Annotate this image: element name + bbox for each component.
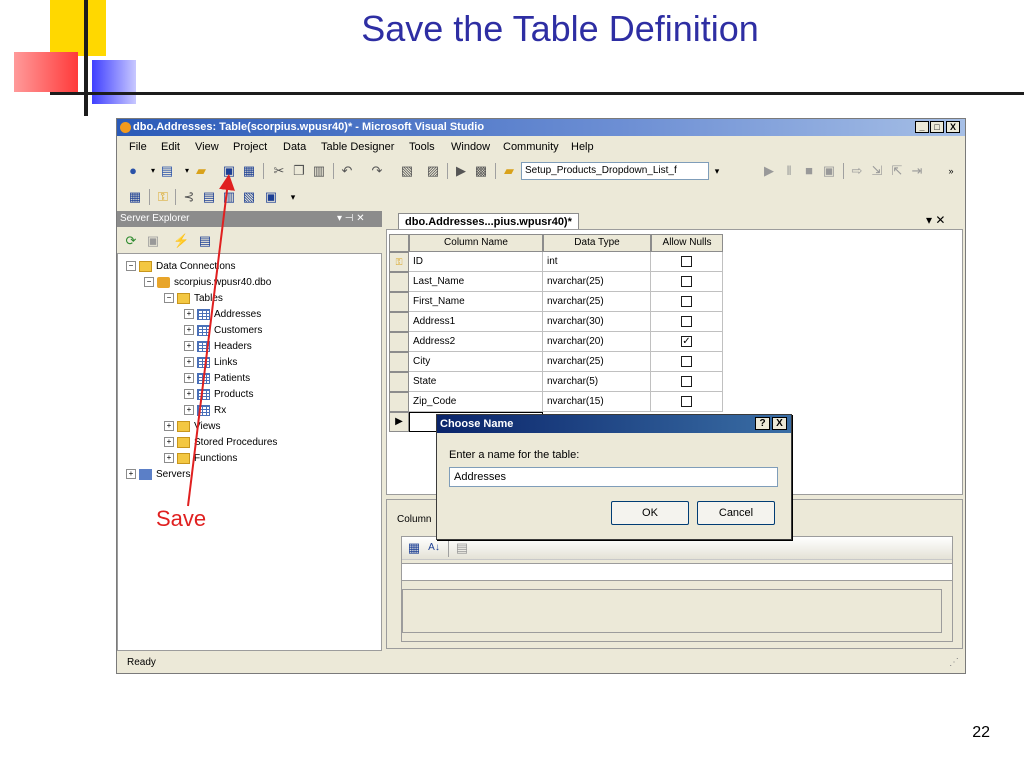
save-annotation-arrow [187, 174, 235, 507]
save-annotation-label: Save [156, 506, 207, 531]
